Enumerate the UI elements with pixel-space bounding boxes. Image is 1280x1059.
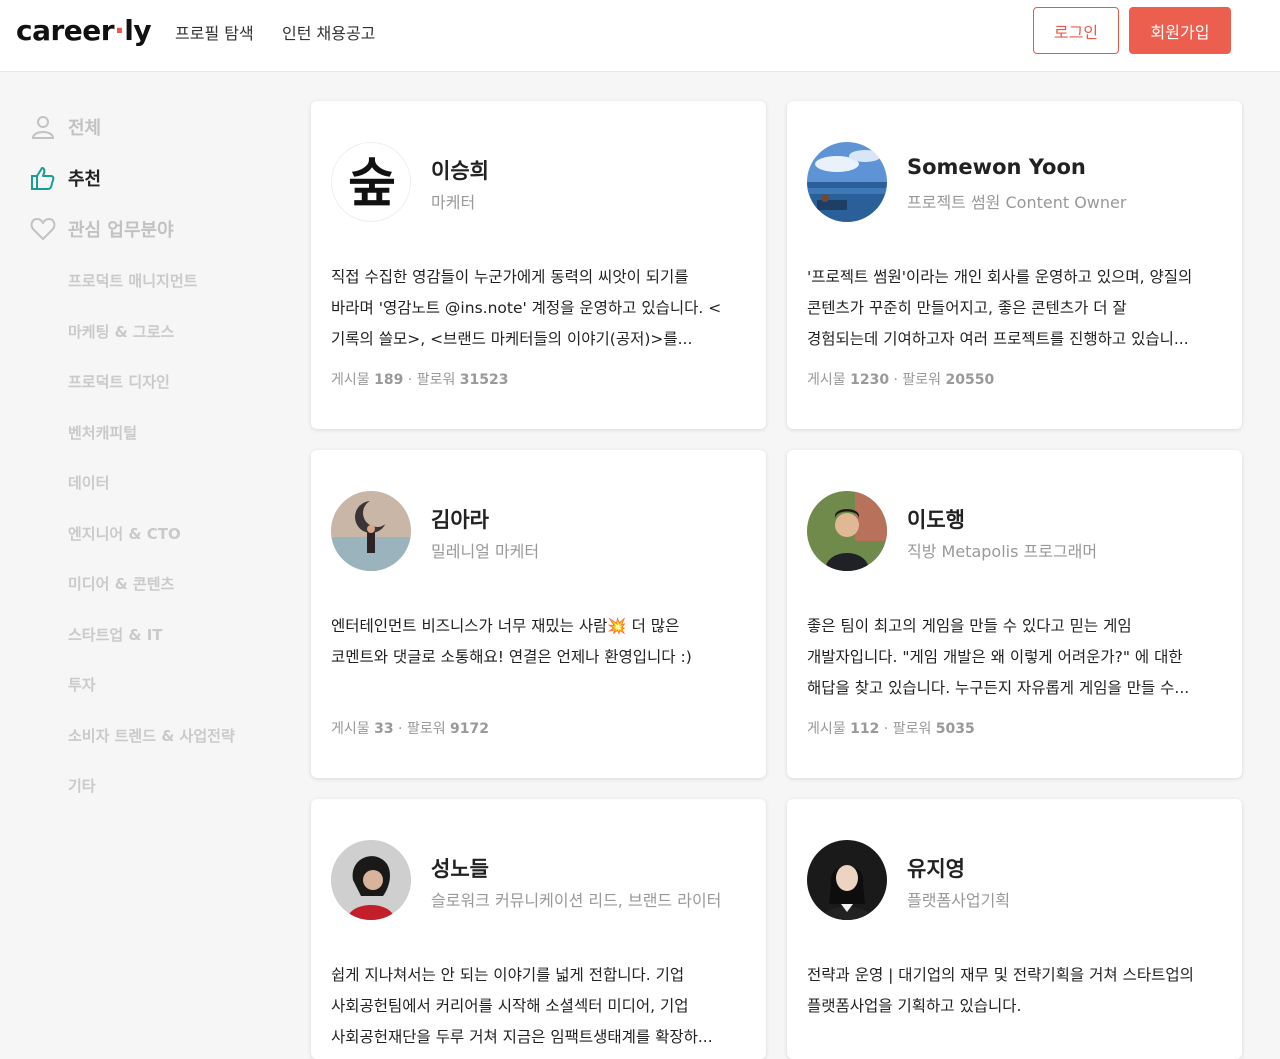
- profile-stats: 게시물 189 · 팔로워 31523: [331, 372, 509, 388]
- landscape-avatar-icon: [807, 142, 887, 222]
- profile-stats: 게시물 1230 · 팔로워 20550: [807, 372, 995, 388]
- profile-card[interactable]: 유지영 플랫폼사업기획 전략과 운영 | 대기업의 재무 및 전략기획을 거쳐 …: [787, 799, 1242, 1059]
- top-navigation-bar: career·ly 프로필 탐색 인턴 채용공고 로그인 회원가입: [0, 0, 1280, 72]
- profile-role: 직방 Metapolis 프로그래머: [907, 542, 1098, 561]
- profile-card[interactable]: 김아라 밀레니얼 마케터 엔터테인먼트 비즈니스가 너무 재밌는 사람💥 더 많…: [311, 450, 766, 778]
- sidebar-item-label: 관심 업무분야: [68, 220, 174, 241]
- heart-icon: [30, 218, 56, 240]
- profile-name[interactable]: 이도행: [907, 504, 965, 534]
- sidebar-subitem-product-design[interactable]: 프로덕트 디자인: [68, 371, 170, 392]
- profile-avatar[interactable]: [807, 142, 887, 222]
- profile-role: 마케터: [431, 193, 476, 212]
- profile-stats: 게시물 112 · 팔로워 5035: [807, 721, 975, 737]
- person-photo-avatar-icon: [807, 491, 887, 571]
- nav-profile-explore[interactable]: 프로필 탐색: [175, 20, 254, 44]
- sidebar-subitem-startup-it[interactable]: 스타트업 & IT: [68, 624, 163, 645]
- profile-name[interactable]: 유지영: [907, 853, 965, 883]
- profile-bio: 엔터테인먼트 비즈니스가 너무 재밌는 사람💥 더 많은 코멘트와 댓글로 소통해…: [331, 617, 692, 666]
- profile-avatar[interactable]: 숲: [331, 142, 411, 222]
- sidebar-item-interests[interactable]: 관심 업무분야: [30, 216, 174, 242]
- profile-bio: '프로젝트 썸원'이라는 개인 회사를 운영하고 있으며, 양질의 콘텐츠가 꾸준…: [807, 268, 1193, 348]
- sidebar-subitem-venture-capital[interactable]: 벤처캐피털: [68, 422, 137, 443]
- sidebar-item-label: 전체: [68, 118, 102, 139]
- sidebar-item-label: 추천: [68, 169, 102, 190]
- portrait-dark-avatar-icon: [807, 840, 887, 920]
- profile-card[interactable]: 성노들 슬로워크 커뮤니케이션 리드, 브랜드 라이터 쉽게 지나쳐서는 안 되…: [311, 799, 766, 1059]
- person-icon: [31, 116, 55, 139]
- sidebar-item-recommended[interactable]: 추천: [30, 165, 101, 191]
- sidebar-subitem-media-contents[interactable]: 미디어 & 콘텐츠: [68, 573, 174, 594]
- profile-card[interactable]: 숲 이승희 마케터 직접 수집한 영감들이 누군가에게 동력의 씨앗이 되기를 바…: [311, 101, 766, 429]
- profile-name[interactable]: Somewon Yoon: [907, 155, 1086, 179]
- profile-avatar[interactable]: [331, 491, 411, 571]
- logo-avatar-icon: 숲: [348, 154, 396, 214]
- portrait-red-avatar-icon: [331, 840, 411, 920]
- profile-stats: 게시물 33 · 팔로워 9172: [331, 721, 489, 737]
- svg-text:숲: 숲: [348, 154, 396, 214]
- profile-avatar[interactable]: [807, 491, 887, 571]
- sidebar-subitem-data[interactable]: 데이터: [68, 472, 109, 493]
- profile-role: 플랫폼사업기획: [907, 891, 1011, 910]
- profile-name[interactable]: 이승희: [431, 155, 489, 185]
- category-sidebar: 전체 추천 관심 업무분야 프로덕트 매니지먼트 마케팅 & 그로스 프로덕트 …: [0, 72, 290, 1047]
- thumbs-up-icon: [31, 167, 55, 190]
- profile-name[interactable]: 성노들: [431, 853, 489, 883]
- profile-card[interactable]: 이도행 직방 Metapolis 프로그래머 좋은 팀이 최고의 게임을 만들 …: [787, 450, 1242, 778]
- careerly-logo[interactable]: career·ly: [16, 14, 152, 47]
- profile-bio: 좋은 팀이 최고의 게임을 만들 수 있다고 믿는 게임 개발자입니다. "게임 …: [807, 617, 1190, 697]
- nav-intern-jobs[interactable]: 인턴 채용공고: [282, 20, 375, 44]
- profile-role: 밀레니얼 마케터: [431, 542, 540, 561]
- sidebar-subitem-marketing-growth[interactable]: 마케팅 & 그로스: [68, 321, 174, 342]
- profile-card[interactable]: Somewon Yoon 프로젝트 썸원 Content Owner '프로젝트…: [787, 101, 1242, 429]
- sidebar-item-all[interactable]: 전체: [30, 114, 101, 140]
- profile-bio: 쉽게 지나쳐서는 안 되는 이야기를 넓게 전합니다. 기업 사회공헌팀에서 커리…: [331, 966, 713, 1046]
- sidebar-subitem-etc[interactable]: 기타: [68, 775, 96, 796]
- profile-role: 슬로워크 커뮤니케이션 리드, 브랜드 라이터: [431, 891, 722, 910]
- profile-bio: 전략과 운영 | 대기업의 재무 및 전략기획을 거쳐 스타트업의 플랫폼사업을 …: [807, 966, 1194, 1015]
- profile-avatar[interactable]: [807, 840, 887, 920]
- profile-bio: 직접 수집한 영감들이 누군가에게 동력의 씨앗이 되기를 바라며 '영감노트 @…: [331, 268, 722, 348]
- signup-button[interactable]: 회원가입: [1129, 7, 1231, 54]
- sidebar-subitem-product-management[interactable]: 프로덕트 매니지먼트: [68, 270, 197, 291]
- moon-avatar-icon: [331, 491, 411, 571]
- profile-role: 프로젝트 썸원 Content Owner: [907, 193, 1127, 212]
- sidebar-subitem-consumer-trends[interactable]: 소비자 트렌드 & 사업전략: [68, 725, 235, 746]
- login-button[interactable]: 로그인: [1033, 7, 1119, 54]
- sidebar-subitem-investment[interactable]: 투자: [68, 674, 96, 695]
- sidebar-subitem-engineer-cto[interactable]: 엔지니어 & CTO: [68, 523, 181, 544]
- profile-avatar[interactable]: [331, 840, 411, 920]
- profile-name[interactable]: 김아라: [431, 504, 489, 534]
